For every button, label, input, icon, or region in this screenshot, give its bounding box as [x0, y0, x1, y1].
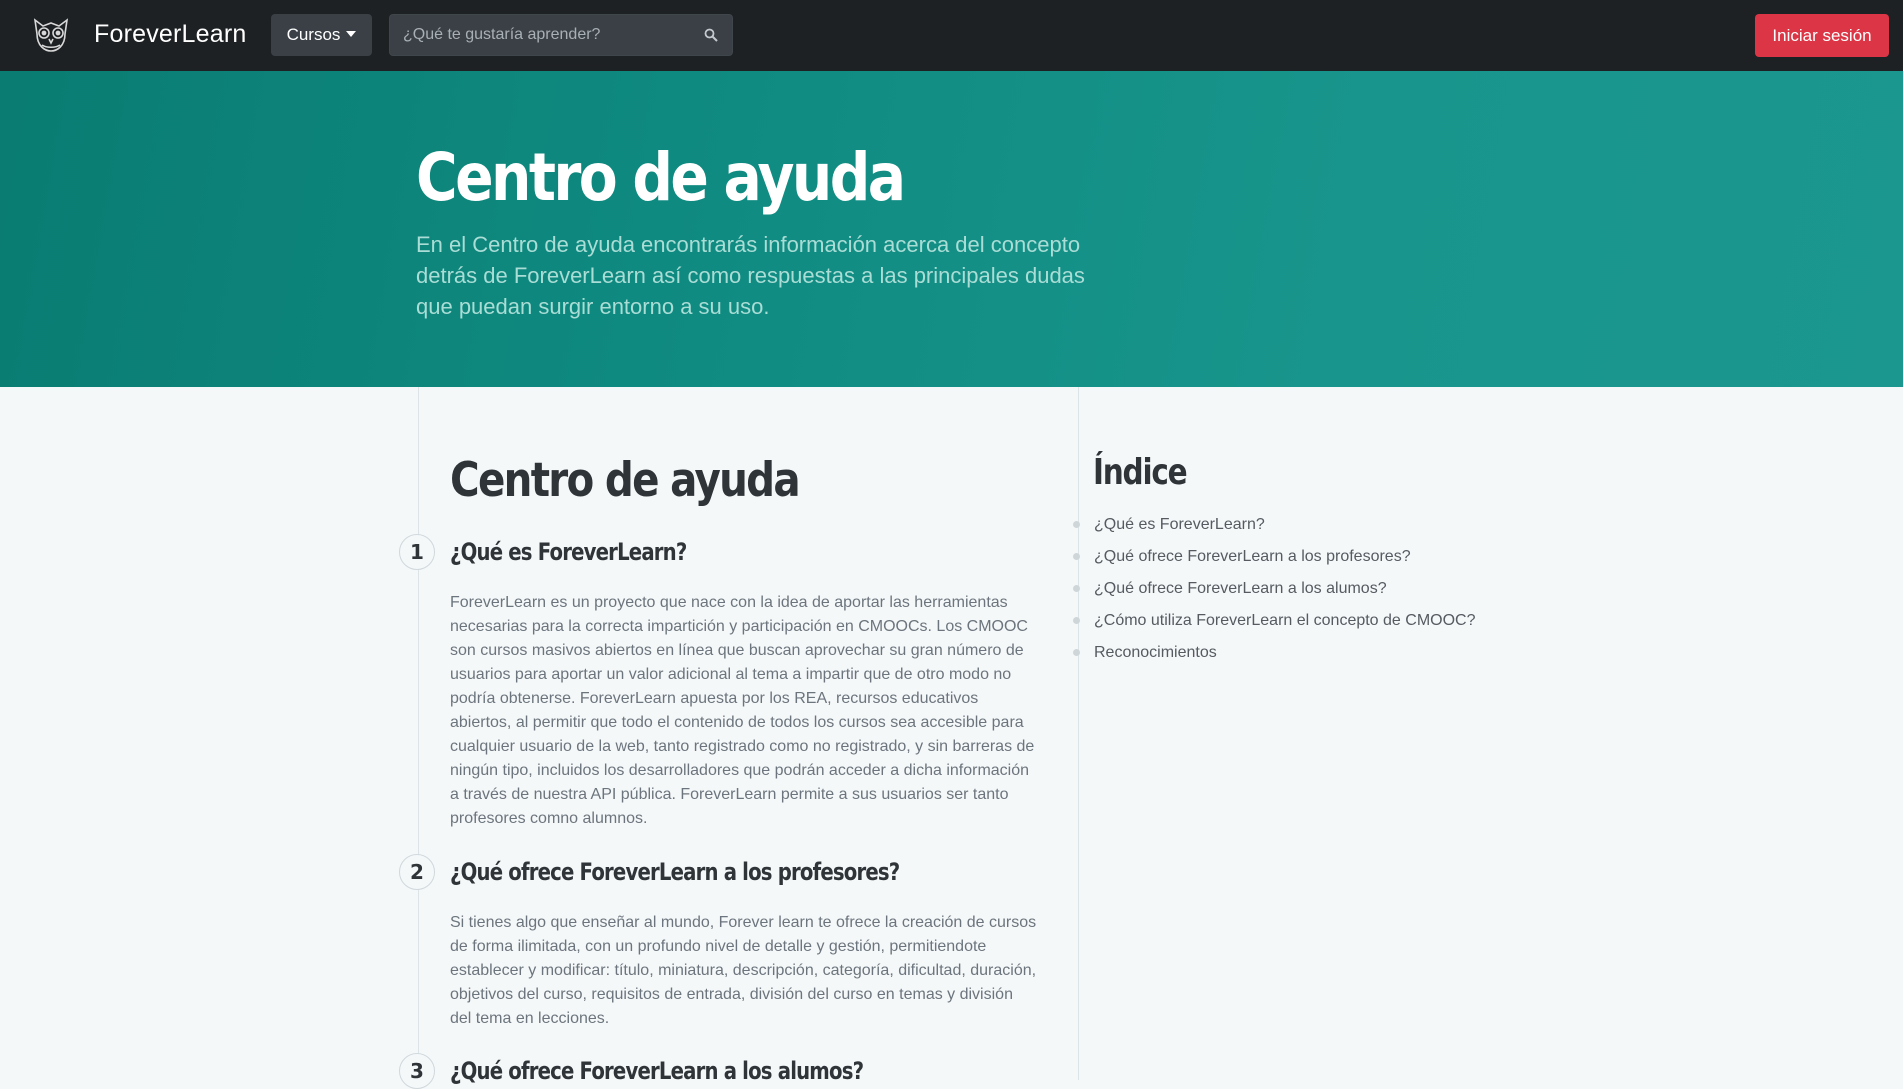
- section-title: ¿Qué ofrece ForeverLearn a los profesore…: [450, 858, 900, 886]
- section-number: 2: [399, 854, 435, 890]
- top-navbar: ForeverLearn Cursos Iniciar sesión: [0, 0, 1903, 71]
- section-title: ¿Qué es ForeverLearn?: [450, 538, 687, 566]
- page-heading: Centro de ayuda: [450, 453, 801, 508]
- bullet-icon: [1073, 649, 1080, 656]
- hero-banner: Centro de ayuda En el Centro de ayuda en…: [0, 71, 1903, 387]
- brand-name[interactable]: ForeverLearn: [94, 20, 246, 49]
- owl-logo-icon[interactable]: [31, 16, 71, 54]
- section-number: 1: [399, 534, 435, 570]
- bullet-icon: [1073, 617, 1080, 624]
- section-body: Si tienes algo que enseñar al mundo, For…: [450, 914, 1037, 1027]
- toc-item-label: ¿Qué ofrece ForeverLearn a los alumos?: [1094, 580, 1387, 597]
- hero-description: En el Centro de ayuda encontrarás inform…: [416, 232, 1085, 319]
- caret-down-icon: [346, 31, 357, 37]
- toc-item[interactable]: ¿Qué es ForeverLearn?: [1073, 513, 1476, 545]
- search-input[interactable]: [390, 15, 690, 55]
- bullet-icon: [1073, 553, 1080, 560]
- courses-dropdown-button[interactable]: Cursos: [271, 14, 372, 56]
- toc-item-label: ¿Cómo utiliza ForeverLearn el concepto d…: [1094, 612, 1476, 629]
- section-body: ForeverLearn es un proyecto que nace con…: [450, 594, 1035, 827]
- bullet-icon: [1073, 585, 1080, 592]
- toc-item[interactable]: Reconocimientos: [1073, 641, 1476, 673]
- toc-item[interactable]: ¿Qué ofrece ForeverLearn a los profesore…: [1073, 545, 1476, 577]
- section-title: ¿Qué ofrece ForeverLearn a los alumos?: [450, 1057, 864, 1085]
- courses-dropdown-label: Cursos: [286, 25, 341, 44]
- search-icon[interactable]: [704, 28, 718, 42]
- toc-item[interactable]: ¿Cómo utiliza ForeverLearn el concepto d…: [1073, 609, 1476, 641]
- toc-item-label: ¿Qué es ForeverLearn?: [1094, 516, 1265, 533]
- login-button[interactable]: Iniciar sesión: [1755, 14, 1889, 57]
- toc-item-label: ¿Qué ofrece ForeverLearn a los profesore…: [1094, 548, 1411, 565]
- hero-title: Centro de ayuda: [416, 139, 906, 216]
- search-box: [389, 14, 733, 56]
- toc-title: Índice: [1093, 452, 1188, 493]
- toc-item-label: Reconocimientos: [1094, 644, 1217, 661]
- section-number: 3: [399, 1053, 435, 1089]
- table-of-contents: ¿Qué es ForeverLearn? ¿Qué ofrece Foreve…: [1073, 513, 1476, 673]
- toc-item[interactable]: ¿Qué ofrece ForeverLearn a los alumos?: [1073, 577, 1476, 609]
- bullet-icon: [1073, 521, 1080, 528]
